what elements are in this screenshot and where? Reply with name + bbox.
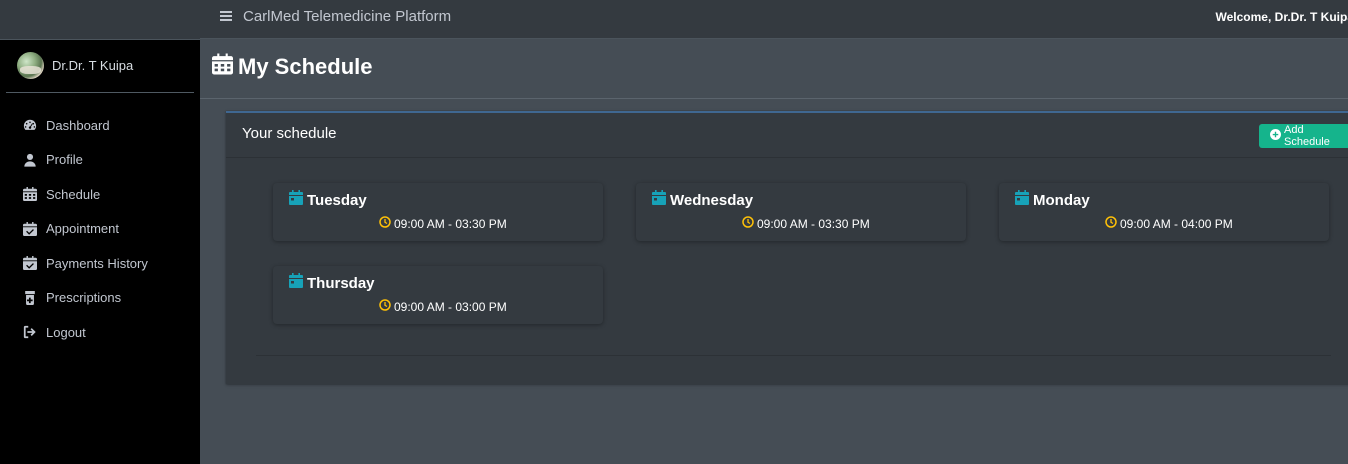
add-schedule-button[interactable]: Add Schedule (1259, 124, 1348, 148)
page-title-group: My Schedule (212, 53, 372, 80)
sidebar-item-profile[interactable]: Profile (0, 143, 200, 178)
user-icon (23, 153, 37, 167)
calendar-icon (289, 190, 303, 210)
schedule-day-row: Wednesday (652, 190, 753, 210)
sidebar-item-appointment[interactable]: Appointment (0, 212, 200, 247)
clock-icon (742, 215, 754, 233)
schedule-card: Your schedule Add Schedule Tuesday 09:00… (226, 111, 1348, 384)
schedule-time-row: 09:00 AM - 03:00 PM (379, 298, 507, 316)
calendar-icon (212, 53, 233, 80)
schedule-item[interactable]: Monday 09:00 AM - 04:00 PM (999, 183, 1329, 241)
welcome-text: Welcome, Dr.Dr. T Kuipa (1215, 10, 1348, 24)
schedule-time: 09:00 AM - 03:30 PM (394, 217, 507, 231)
user-panel[interactable]: Dr.Dr. T Kuipa (17, 52, 133, 79)
app-title[interactable]: CarlMed Telemedicine Platform (243, 8, 451, 25)
calendar-icon (289, 273, 303, 293)
dashboard-gauge-icon (23, 118, 37, 132)
sidebar-item-label: Payments History (46, 255, 148, 271)
schedule-day-row: Monday (1015, 190, 1090, 210)
sidebar-item-prescriptions[interactable]: Prescriptions (0, 281, 200, 316)
sidebar-item-label: Prescriptions (46, 290, 122, 306)
calendar-icon (652, 190, 666, 210)
sidebar-item-label: Profile (46, 152, 83, 168)
hamburger-menu-icon[interactable] (220, 11, 232, 21)
sidebar-item-label: Dashboard (46, 117, 110, 133)
schedule-item[interactable]: Thursday 09:00 AM - 03:00 PM (273, 266, 603, 324)
schedule-day-row: Tuesday (289, 190, 367, 210)
sidebar-item-logout[interactable]: Logout (0, 315, 200, 350)
user-name[interactable]: Dr.Dr. T Kuipa (52, 58, 133, 73)
schedule-day: Monday (1033, 191, 1090, 209)
clock-icon (379, 215, 391, 233)
schedule-item[interactable]: Tuesday 09:00 AM - 03:30 PM (273, 183, 603, 241)
calendar-icon (1015, 190, 1029, 210)
sidebar-item-payments-history[interactable]: Payments History (0, 246, 200, 281)
sidebar-item-label: Logout (46, 324, 86, 340)
sidebar-brand-strip (0, 0, 200, 40)
avatar (17, 52, 44, 79)
calendar-check-icon (23, 256, 37, 271)
card-title: Your schedule (242, 125, 337, 142)
schedule-day: Tuesday (307, 191, 367, 209)
schedule-time: 09:00 AM - 03:00 PM (394, 300, 507, 314)
page-title: My Schedule (238, 53, 373, 79)
top-navbar: CarlMed Telemedicine Platform Welcome, D… (200, 0, 1348, 39)
add-schedule-label: Add Schedule (1284, 124, 1330, 148)
schedule-time-row: 09:00 AM - 04:00 PM (1105, 215, 1233, 233)
schedule-item[interactable]: Wednesday 09:00 AM - 03:30 PM (636, 183, 966, 241)
schedule-time: 09:00 AM - 04:00 PM (1120, 217, 1233, 231)
plus-circle-icon (1270, 129, 1281, 143)
clock-icon (1105, 215, 1117, 233)
schedule-day: Thursday (307, 274, 375, 292)
calendar-check-icon (23, 221, 37, 236)
schedule-time-row: 09:00 AM - 03:30 PM (379, 215, 507, 233)
card-header: Your schedule Add Schedule (226, 113, 1348, 158)
sidebar-item-label: Appointment (46, 221, 119, 237)
sign-out-icon (23, 325, 37, 339)
sidebar-item-dashboard[interactable]: Dashboard (0, 108, 200, 143)
sidebar: Dr.Dr. T Kuipa Dashboard Profile Schedul… (0, 0, 200, 464)
divider (6, 92, 194, 93)
schedule-time: 09:00 AM - 03:30 PM (757, 217, 870, 231)
clock-icon (379, 298, 391, 316)
schedule-day: Wednesday (670, 191, 754, 209)
page-header: My Schedule (200, 40, 1348, 99)
schedule-time-row: 09:00 AM - 03:30 PM (742, 215, 870, 233)
sidebar-item-schedule[interactable]: Schedule (0, 177, 200, 212)
sidebar-item-label: Schedule (46, 186, 101, 202)
prescription-bottle-icon (23, 290, 37, 305)
sidebar-nav: Dashboard Profile Schedule Appointment P… (0, 108, 200, 350)
calendar-icon (23, 187, 37, 202)
card-footer-divider (256, 355, 1331, 356)
schedule-day-row: Thursday (289, 273, 375, 293)
